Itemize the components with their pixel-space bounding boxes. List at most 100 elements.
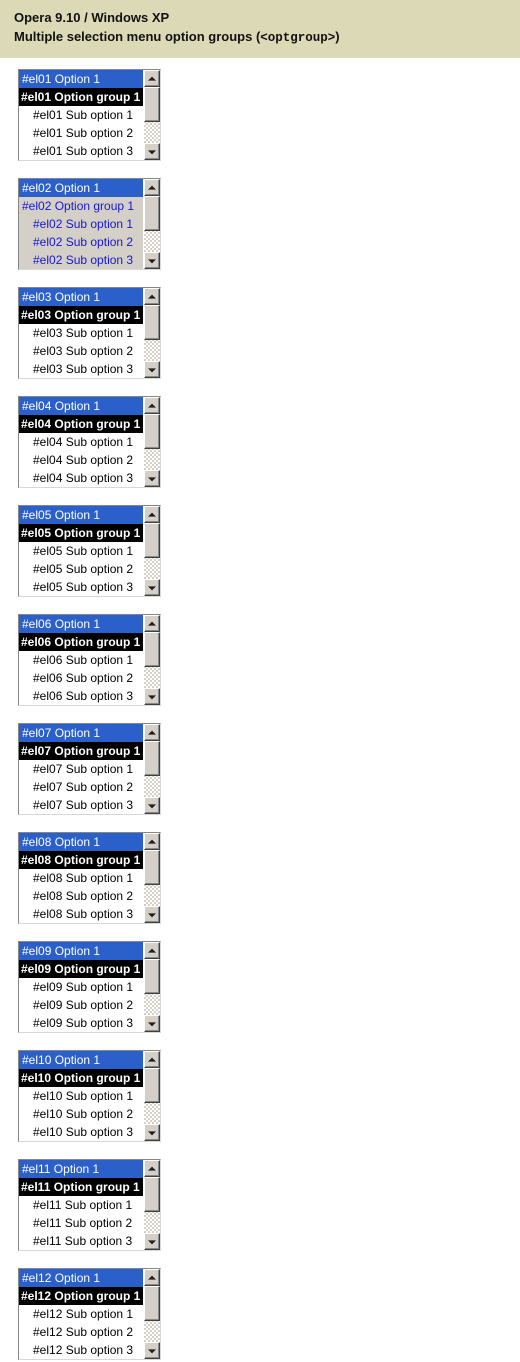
sub-option-el03-4[interactable]: #el03 Sub option 3: [19, 360, 143, 378]
sub-option-el04-3[interactable]: #el04 Sub option 2: [19, 451, 143, 469]
listbox-el12[interactable]: #el12 Option 1 #el12 Option group 1 #el12 …: [18, 1268, 161, 1360]
option-el11-0[interactable]: #el11 Option 1: [19, 1160, 143, 1178]
scrollbar-up-button-el03[interactable]: [144, 288, 160, 305]
sub-option-el06-2[interactable]: #el06 Sub option 1: [19, 651, 143, 669]
scrollbar-down-button-el09[interactable]: [144, 1015, 160, 1032]
sub-option-el01-2[interactable]: #el01 Sub option 1: [19, 106, 143, 124]
sub-option-el10-4[interactable]: #el10 Sub option 3: [19, 1123, 143, 1141]
sub-option-el06-3[interactable]: #el06 Sub option 2: [19, 669, 143, 687]
scrollbar-track-el03[interactable]: [144, 305, 160, 361]
listbox-el07[interactable]: #el07 Option 1 #el07 Option group 1 #el07 …: [18, 723, 161, 815]
option-el02-0[interactable]: #el02 Option 1: [19, 179, 143, 197]
listbox-el06[interactable]: #el06 Option 1 #el06 Option group 1 #el06 …: [18, 614, 161, 706]
scrollbar-thumb-el01[interactable]: [144, 87, 160, 122]
option-el06-0[interactable]: #el06 Option 1: [19, 615, 143, 633]
scrollbar-thumb-el12[interactable]: [144, 1286, 160, 1321]
scrollbar-down-button-el08[interactable]: [144, 906, 160, 923]
listbox-el10[interactable]: #el10 Option 1 #el10 Option group 1 #el10 …: [18, 1050, 161, 1142]
sub-option-el12-3[interactable]: #el12 Sub option 2: [19, 1323, 143, 1341]
scrollbar-el06[interactable]: [143, 615, 160, 705]
scrollbar-track-el12[interactable]: [144, 1286, 160, 1342]
scrollbar-up-button-el07[interactable]: [144, 724, 160, 741]
sub-option-el12-4[interactable]: #el12 Sub option 3: [19, 1341, 143, 1359]
scrollbar-track-el02[interactable]: [144, 196, 160, 252]
sub-option-el05-2[interactable]: #el05 Sub option 1: [19, 542, 143, 560]
scrollbar-down-button-el01[interactable]: [144, 143, 160, 160]
sub-option-el05-4[interactable]: #el05 Sub option 3: [19, 578, 143, 596]
scrollbar-track-el04[interactable]: [144, 414, 160, 470]
sub-option-el07-2[interactable]: #el07 Sub option 1: [19, 760, 143, 778]
option-el01-0[interactable]: #el01 Option 1: [19, 70, 143, 88]
sub-option-el04-4[interactable]: #el04 Sub option 3: [19, 469, 143, 487]
scrollbar-el03[interactable]: [143, 288, 160, 378]
scrollbar-track-el05[interactable]: [144, 523, 160, 579]
sub-option-el10-3[interactable]: #el10 Sub option 2: [19, 1105, 143, 1123]
scrollbar-down-button-el05[interactable]: [144, 579, 160, 596]
scrollbar-track-el07[interactable]: [144, 741, 160, 797]
scrollbar-track-el11[interactable]: [144, 1177, 160, 1233]
scrollbar-up-button-el12[interactable]: [144, 1269, 160, 1286]
scrollbar-down-button-el06[interactable]: [144, 688, 160, 705]
listbox-el02[interactable]: #el02 Option 1 #el02 Option group 1 #el02 …: [18, 178, 161, 270]
sub-option-el04-2[interactable]: #el04 Sub option 1: [19, 433, 143, 451]
sub-option-el01-3[interactable]: #el01 Sub option 2: [19, 124, 143, 142]
sub-option-el03-3[interactable]: #el03 Sub option 2: [19, 342, 143, 360]
scrollbar-up-button-el10[interactable]: [144, 1051, 160, 1068]
scrollbar-track-el10[interactable]: [144, 1068, 160, 1124]
scrollbar-up-button-el01[interactable]: [144, 70, 160, 87]
option-el03-0[interactable]: #el03 Option 1: [19, 288, 143, 306]
option-el12-0[interactable]: #el12 Option 1: [19, 1269, 143, 1287]
sub-option-el09-2[interactable]: #el09 Sub option 1: [19, 978, 143, 996]
sub-option-el08-4[interactable]: #el08 Sub option 3: [19, 905, 143, 923]
scrollbar-thumb-el03[interactable]: [144, 305, 160, 340]
scrollbar-el07[interactable]: [143, 724, 160, 814]
scrollbar-thumb-el02[interactable]: [144, 196, 160, 231]
sub-option-el09-3[interactable]: #el09 Sub option 2: [19, 996, 143, 1014]
sub-option-el01-4[interactable]: #el01 Sub option 3: [19, 142, 143, 160]
sub-option-el11-2[interactable]: #el11 Sub option 1: [19, 1196, 143, 1214]
scrollbar-up-button-el09[interactable]: [144, 942, 160, 959]
scrollbar-up-button-el02[interactable]: [144, 179, 160, 196]
sub-option-el06-4[interactable]: #el06 Sub option 3: [19, 687, 143, 705]
scrollbar-down-button-el11[interactable]: [144, 1233, 160, 1250]
option-el07-0[interactable]: #el07 Option 1: [19, 724, 143, 742]
option-el10-0[interactable]: #el10 Option 1: [19, 1051, 143, 1069]
sub-option-el09-4[interactable]: #el09 Sub option 3: [19, 1014, 143, 1032]
sub-option-el02-4[interactable]: #el02 Sub option 3: [19, 251, 143, 269]
scrollbar-up-button-el11[interactable]: [144, 1160, 160, 1177]
scrollbar-el09[interactable]: [143, 942, 160, 1032]
scrollbar-up-button-el04[interactable]: [144, 397, 160, 414]
listbox-el03[interactable]: #el03 Option 1 #el03 Option group 1 #el03 …: [18, 287, 161, 379]
scrollbar-el11[interactable]: [143, 1160, 160, 1250]
sub-option-el03-2[interactable]: #el03 Sub option 1: [19, 324, 143, 342]
scrollbar-down-button-el07[interactable]: [144, 797, 160, 814]
scrollbar-thumb-el07[interactable]: [144, 741, 160, 776]
sub-option-el02-3[interactable]: #el02 Sub option 2: [19, 233, 143, 251]
scrollbar-el04[interactable]: [143, 397, 160, 487]
scrollbar-el02[interactable]: [143, 179, 160, 269]
scrollbar-down-button-el10[interactable]: [144, 1124, 160, 1141]
sub-option-el07-4[interactable]: #el07 Sub option 3: [19, 796, 143, 814]
scrollbar-down-button-el02[interactable]: [144, 252, 160, 269]
scrollbar-thumb-el05[interactable]: [144, 523, 160, 558]
scrollbar-up-button-el08[interactable]: [144, 833, 160, 850]
sub-option-el12-2[interactable]: #el12 Sub option 1: [19, 1305, 143, 1323]
scrollbar-track-el08[interactable]: [144, 850, 160, 906]
sub-option-el08-3[interactable]: #el08 Sub option 2: [19, 887, 143, 905]
scrollbar-thumb-el09[interactable]: [144, 959, 160, 994]
option-el04-0[interactable]: #el04 Option 1: [19, 397, 143, 415]
listbox-el05[interactable]: #el05 Option 1 #el05 Option group 1 #el05 …: [18, 505, 161, 597]
scrollbar-el12[interactable]: [143, 1269, 160, 1359]
scrollbar-thumb-el06[interactable]: [144, 632, 160, 667]
scrollbar-track-el01[interactable]: [144, 87, 160, 143]
sub-option-el10-2[interactable]: #el10 Sub option 1: [19, 1087, 143, 1105]
listbox-el08[interactable]: #el08 Option 1 #el08 Option group 1 #el08 …: [18, 832, 161, 924]
scrollbar-thumb-el11[interactable]: [144, 1177, 160, 1212]
listbox-el01[interactable]: #el01 Option 1 #el01 Option group 1 #el01 …: [18, 69, 161, 161]
sub-option-el11-4[interactable]: #el11 Sub option 3: [19, 1232, 143, 1250]
scrollbar-down-button-el03[interactable]: [144, 361, 160, 378]
scrollbar-up-button-el05[interactable]: [144, 506, 160, 523]
scrollbar-el08[interactable]: [143, 833, 160, 923]
sub-option-el11-3[interactable]: #el11 Sub option 2: [19, 1214, 143, 1232]
scrollbar-el01[interactable]: [143, 70, 160, 160]
